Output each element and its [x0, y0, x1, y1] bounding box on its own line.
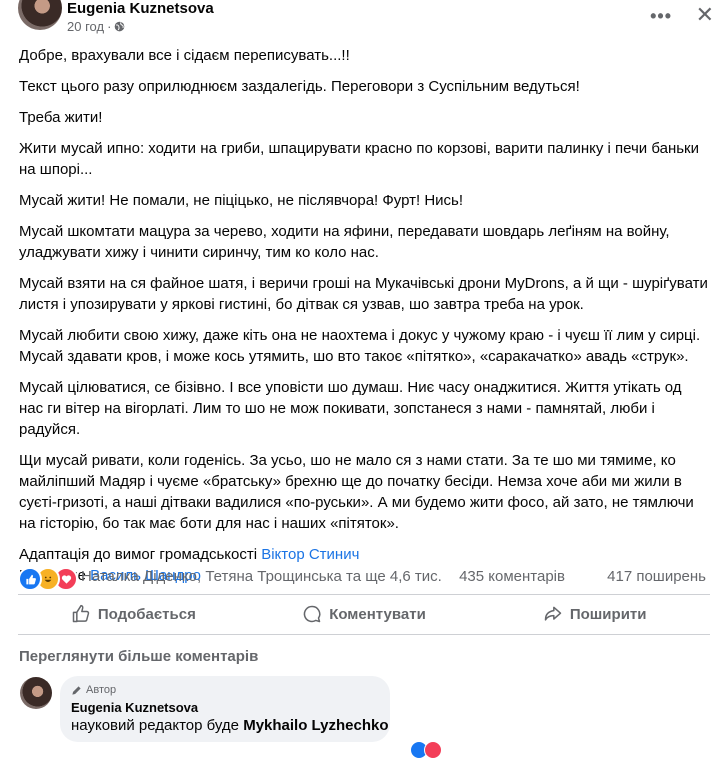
author-badge-label: Автор [86, 684, 117, 696]
credit-adapt-link[interactable]: Віктор Стинич [261, 546, 359, 563]
shares-count[interactable]: 417 поширень [607, 568, 706, 585]
post-paragraph: Текст цього разу оприлюднюєм заздалегідь… [19, 78, 580, 95]
comment-text-prefix: науковий редактор буде [71, 717, 240, 734]
comment-author[interactable]: Eugenia Kuznetsova [71, 700, 198, 715]
reaction-icons[interactable] [18, 567, 78, 591]
post-meta: 20 год · [67, 19, 125, 34]
post-paragraph: Мусай цілюватися, се бізівно. І все упов… [19, 379, 682, 438]
post-paragraph: Мусай любити свою хижу, даже кіть она не… [19, 327, 701, 365]
comment-icon [303, 605, 321, 623]
close-icon[interactable]: ✕ [696, 2, 714, 28]
like-icon [72, 604, 90, 623]
comment-bubble: Автор Eugenia Kuznetsova науковий редакт… [60, 676, 390, 742]
author-badge: Автор [71, 684, 116, 696]
like-button[interactable]: Подобається [18, 599, 249, 629]
action-bar: Подобається Коментувати Поширити [18, 599, 710, 629]
globe-icon [115, 21, 125, 32]
share-icon [544, 606, 562, 621]
like-reaction-icon [18, 567, 42, 591]
reaction-names[interactable]: Наталка Діденко, Тетяна Трощинська та ще… [81, 568, 442, 585]
comments-count[interactable]: 435 коментарів [459, 568, 565, 585]
credit-adapt-label: Адаптація до вимог громадськості [19, 546, 258, 563]
comment-reactions[interactable] [410, 741, 442, 759]
love-reaction-icon [424, 741, 442, 759]
pencil-icon [72, 685, 81, 695]
reactions-bar: Наталка Діденко, Тетяна Трощинська та ще… [18, 565, 708, 591]
comment-avatar[interactable] [20, 677, 52, 709]
comment-mention[interactable]: Mykhailo Lyzhechko [243, 717, 388, 734]
more-comments-link[interactable]: Переглянути більше коментарів [19, 648, 258, 665]
post-paragraph: Добре, врахували все і сідаєм переписува… [19, 47, 350, 64]
share-button[interactable]: Поширити [479, 599, 710, 629]
more-icon[interactable]: ••• [650, 6, 672, 27]
divider [18, 634, 710, 635]
post-body: Добре, врахували все і сідаєм переписува… [19, 45, 709, 586]
author-avatar[interactable] [18, 0, 62, 30]
comment-label: Коментувати [329, 605, 426, 623]
credit-adaptation: Адаптація до вимог громадськості Віктор … [19, 544, 709, 565]
post-paragraph: Мусай взяти на ся файное шатя, і веричи … [19, 275, 708, 313]
post-paragraph: Щи мусай ривати, коли годенісь. За усьо,… [19, 452, 694, 532]
post-paragraph: Треба жити! [19, 109, 103, 126]
comment-text: науковий редактор буде Mykhailo Lyzhechk… [71, 717, 389, 734]
post-paragraph: Мусай жити! Не помали, не піцiцько, не п… [19, 192, 464, 209]
author-name[interactable]: Eugenia Kuznetsova [67, 0, 214, 17]
share-label: Поширити [569, 605, 647, 623]
post-paragraph: Жити мусай ипно: ходити на гриби, шпацир… [19, 140, 699, 178]
post-time[interactable]: 20 год [67, 19, 104, 34]
divider [18, 594, 710, 595]
post-paragraph: Мусай шкомтати мацура за черево, ходити … [19, 223, 670, 261]
like-label: Подобається [97, 605, 196, 623]
comment-button[interactable]: Коментувати [249, 599, 480, 629]
post-header: Eugenia Kuznetsova 20 год · ••• ✕ [0, 0, 728, 40]
